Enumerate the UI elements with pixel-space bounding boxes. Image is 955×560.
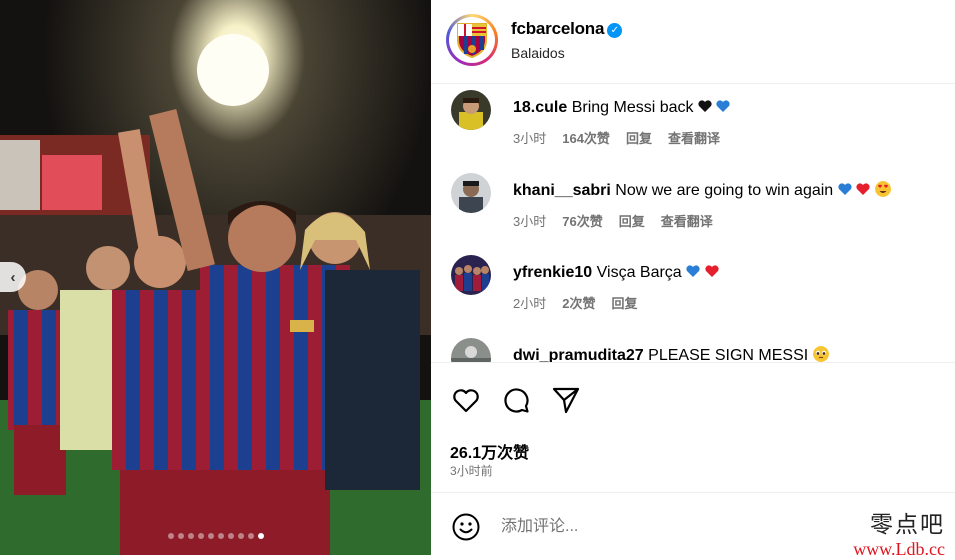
commenter-avatar[interactable] bbox=[451, 90, 491, 130]
see-translation-button[interactable]: 查看翻译 bbox=[661, 211, 713, 230]
post-photo[interactable]: ‹ bbox=[0, 0, 431, 555]
comment-text: khani__sabri Now we are going to win aga… bbox=[513, 181, 953, 201]
comment-text: yfrenkie10 Visça Barça bbox=[513, 263, 953, 283]
account-username[interactable]: fcbarcelona ✓ bbox=[511, 19, 623, 39]
emoji-picker-icon[interactable] bbox=[451, 512, 481, 542]
commenter-avatar[interactable] bbox=[451, 255, 491, 295]
watermark-url: www.Ldb.cc bbox=[853, 539, 945, 559]
comment-username[interactable]: 18.cule bbox=[513, 99, 567, 116]
comment-username[interactable]: dwi_pramudita27 bbox=[513, 347, 644, 362]
carousel-dot bbox=[217, 533, 224, 539]
comment-message: PLEASE SIGN MESSI bbox=[648, 347, 809, 362]
heart-eyes-emoji-icon bbox=[874, 181, 891, 197]
post-actions: 26.1万次赞 3小时前 bbox=[431, 362, 955, 493]
share-send-icon[interactable] bbox=[551, 385, 581, 415]
pleading-face-emoji-icon bbox=[812, 346, 829, 362]
black-heart-icon bbox=[698, 100, 712, 112]
commenter-avatar[interactable] bbox=[451, 173, 491, 213]
post-location[interactable]: Balaidos bbox=[511, 45, 565, 61]
red-heart-icon bbox=[856, 183, 870, 195]
carousel-dot bbox=[257, 533, 264, 539]
comment-time[interactable]: 2小时 bbox=[513, 293, 546, 312]
comment-username[interactable]: yfrenkie10 bbox=[513, 264, 592, 281]
comment-bubble-icon[interactable] bbox=[501, 385, 531, 415]
verified-badge-icon: ✓ bbox=[607, 23, 623, 38]
comment-meta: 3小时 76次赞 回复 查看翻译 bbox=[513, 211, 953, 230]
comment-time[interactable]: 3小时 bbox=[513, 211, 546, 230]
comment-meta: 3小时 164次赞 回复 查看翻译 bbox=[513, 128, 953, 147]
carousel-dot bbox=[207, 533, 214, 539]
red-heart-icon bbox=[705, 265, 719, 277]
carousel-dot bbox=[197, 533, 204, 539]
comment-message: Bring Messi back bbox=[571, 99, 694, 116]
account-avatar[interactable] bbox=[446, 14, 498, 66]
watermark-chinese: 零点吧 bbox=[870, 512, 945, 538]
post-photo-illustration bbox=[0, 0, 431, 555]
fc-barcelona-crest-icon bbox=[457, 23, 487, 58]
comment-list[interactable]: 18.cule Bring Messi back 3小时 164次赞 回复 查看… bbox=[431, 84, 955, 362]
comment-message: Now we are going to win again bbox=[615, 182, 834, 199]
carousel-indicator bbox=[0, 533, 431, 539]
like-heart-icon[interactable] bbox=[451, 385, 481, 415]
carousel-dot bbox=[247, 533, 254, 539]
carousel-dot bbox=[177, 533, 184, 539]
carousel-dot bbox=[187, 533, 194, 539]
comment-message: Visça Barça bbox=[596, 264, 682, 281]
commenter-avatar[interactable] bbox=[451, 338, 491, 362]
blue-heart-icon bbox=[716, 100, 731, 112]
account-username-text[interactable]: fcbarcelona bbox=[511, 19, 604, 38]
post-detail-panel: fcbarcelona ✓ Balaidos 18.cule Bring Mess… bbox=[431, 0, 955, 559]
post-header: fcbarcelona ✓ Balaidos bbox=[431, 0, 955, 84]
comment-text: dwi_pramudita27 PLEASE SIGN MESSI bbox=[513, 346, 953, 362]
reply-button[interactable]: 回复 bbox=[619, 211, 645, 230]
comment-like-count[interactable]: 164次赞 bbox=[562, 128, 610, 147]
see-translation-button[interactable]: 查看翻译 bbox=[668, 128, 720, 147]
carousel-dot bbox=[167, 533, 174, 539]
blue-heart-icon bbox=[686, 265, 700, 277]
reply-button[interactable]: 回复 bbox=[626, 128, 652, 147]
comment-time[interactable]: 3小时 bbox=[513, 128, 546, 147]
reply-button[interactable]: 回复 bbox=[611, 293, 637, 312]
post-timestamp: 3小时前 bbox=[450, 464, 493, 478]
blue-heart-icon bbox=[838, 183, 852, 195]
add-comment-input[interactable] bbox=[499, 512, 823, 542]
comment-meta: 2小时 2次赞 回复 bbox=[513, 293, 953, 312]
add-comment-bar: 零点吧 www.Ldb.cc bbox=[431, 492, 955, 559]
carousel-dot bbox=[237, 533, 244, 539]
comment-like-count[interactable]: 2次赞 bbox=[562, 293, 595, 312]
comment-username[interactable]: khani__sabri bbox=[513, 182, 611, 199]
comment-like-count[interactable]: 76次赞 bbox=[562, 211, 602, 230]
carousel-dot bbox=[227, 533, 234, 539]
like-count[interactable]: 26.1万次赞 bbox=[450, 439, 529, 463]
site-watermark: 零点吧 www.Ldb.cc bbox=[853, 505, 945, 560]
comment-text: 18.cule Bring Messi back bbox=[513, 98, 953, 118]
